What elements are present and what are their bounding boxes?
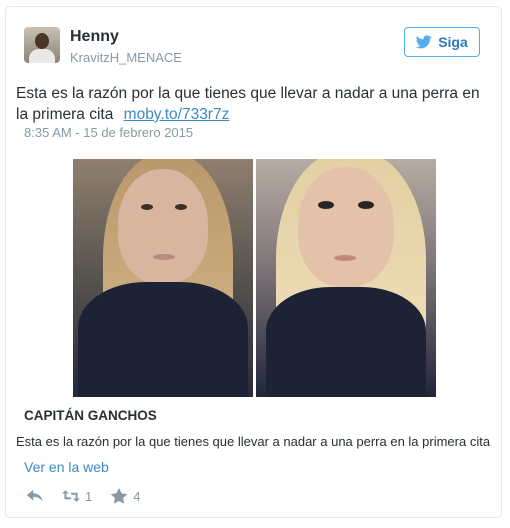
photo-before-eye-right	[175, 204, 187, 210]
card-description: Esta es la razón por la que tienes que l…	[16, 434, 491, 449]
tweet-timestamp[interactable]: 8:35 AM - 15 de febrero 2015	[24, 125, 193, 140]
author-handle[interactable]: KravitzH_MENACE	[70, 50, 182, 65]
photo-after-shirt	[266, 287, 426, 397]
tweet-text: Esta es la razón por la que tienes que l…	[16, 83, 486, 125]
follow-label: Siga	[438, 34, 468, 50]
tweet-card: Henny KravitzH_MENACE Siga Esta es la ra…	[5, 6, 502, 518]
avatar-body	[29, 49, 55, 63]
tweet-photo[interactable]	[73, 159, 436, 397]
photo-before-shirt	[78, 282, 248, 397]
retweet-count: 1	[85, 488, 93, 504]
tweet-body: Esta es la razón por la que tienes que l…	[16, 85, 480, 123]
avatar-head	[35, 33, 49, 49]
like-count: 4	[133, 488, 141, 504]
retweet-icon	[62, 490, 80, 502]
photo-before-lips	[153, 254, 175, 260]
like-button[interactable]: 4	[110, 488, 140, 504]
photo-after-eye-right	[358, 201, 374, 209]
photo-before	[73, 159, 253, 397]
tweet-link[interactable]: moby.to/733r7z	[124, 106, 230, 123]
reply-icon	[26, 489, 43, 502]
follow-button[interactable]: Siga	[404, 27, 480, 57]
card-title[interactable]: CAPITÁN GANCHOS	[24, 408, 157, 423]
star-icon	[110, 488, 128, 504]
photo-after-eye-left	[318, 201, 334, 209]
photo-after	[256, 159, 436, 397]
author-name[interactable]: Henny	[70, 28, 119, 46]
photo-before-eye-left	[141, 204, 153, 210]
photo-after-lips	[334, 255, 356, 261]
avatar[interactable]	[24, 27, 60, 63]
retweet-button[interactable]: 1	[62, 488, 92, 504]
reply-button[interactable]	[26, 488, 44, 504]
view-on-web-link[interactable]: Ver en la web	[24, 459, 109, 475]
photo-before-face	[118, 169, 208, 284]
twitter-bird-icon	[416, 35, 432, 49]
tweet-actions: 1 4	[26, 488, 140, 504]
photo-after-face	[298, 167, 394, 287]
